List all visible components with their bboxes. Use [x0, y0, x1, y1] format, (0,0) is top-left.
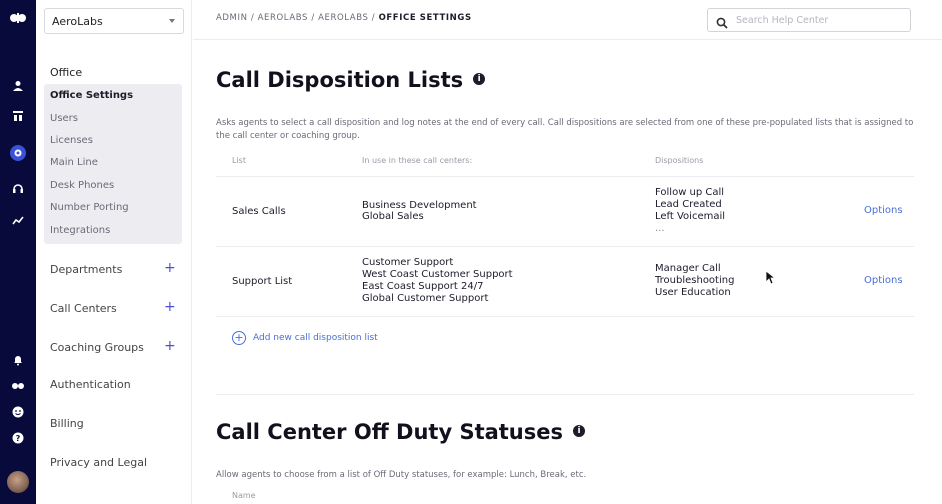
admin-icon[interactable]: [0, 108, 36, 124]
disposition-name: Lead Created: [655, 199, 722, 210]
column-header-dispositions: Dispositions: [655, 156, 704, 165]
sidebar-item-coaching-groups[interactable]: Coaching Groups: [50, 341, 144, 354]
divider: [216, 316, 914, 317]
sidebar-item-main-line[interactable]: Main Line: [50, 157, 98, 168]
add-coaching-group-button[interactable]: +: [164, 338, 176, 354]
section-divider: [216, 394, 914, 395]
call-center-name: Business Development: [362, 200, 477, 211]
disposition-more: ...: [655, 223, 665, 234]
options-link[interactable]: Options: [864, 205, 903, 216]
disposition-name: Troubleshooting: [655, 275, 735, 286]
breadcrumb-path[interactable]: ADMIN / AEROLABS / AEROLABS /: [216, 13, 379, 23]
settings-icon[interactable]: [0, 144, 36, 162]
office-section-title[interactable]: Office: [50, 66, 82, 79]
breadcrumb-current: OFFICE SETTINGS: [378, 13, 472, 23]
office-submenu: Office Settings Users Licenses Main Line…: [44, 84, 182, 244]
disposition-name: Manager Call: [655, 263, 721, 274]
sidebar-item-privacy-legal[interactable]: Privacy and Legal: [50, 456, 147, 469]
help-icon[interactable]: ?: [0, 430, 36, 446]
list-name: Sales Calls: [232, 206, 286, 217]
section-heading: Call Center Off Duty Statuses i: [216, 420, 586, 444]
analytics-icon[interactable]: [0, 212, 36, 228]
smiley-icon[interactable]: [0, 404, 36, 420]
sidebar-item-departments[interactable]: Departments: [50, 263, 122, 276]
section-title: Call Center Off Duty Statuses: [216, 420, 564, 444]
headset-icon[interactable]: [0, 180, 36, 196]
search-input[interactable]: Search Help Center: [707, 8, 911, 32]
sidebar-item-desk-phones[interactable]: Desk Phones: [50, 180, 114, 191]
breadcrumb: ADMIN / AEROLABS / AEROLABS / OFFICE SET…: [216, 13, 472, 23]
list-name: Support List: [232, 276, 293, 287]
add-call-center-button[interactable]: +: [164, 299, 176, 315]
avatar[interactable]: [7, 471, 29, 493]
info-icon[interactable]: i: [473, 73, 486, 85]
sidebar-item-licenses[interactable]: Licenses: [50, 135, 93, 146]
add-disposition-list-button[interactable]: + Add new call disposition list: [232, 331, 378, 345]
column-header-call-centers: In use in these call centers:: [362, 156, 473, 165]
top-bar: ADMIN / AEROLABS / AEROLABS / OFFICE SET…: [193, 0, 942, 40]
org-selector[interactable]: AeroLabs: [44, 8, 184, 34]
options-link[interactable]: Options: [864, 275, 903, 286]
section-description: Allow agents to choose from a list of Of…: [216, 470, 587, 480]
call-center-name: East Coast Support 24/7: [362, 281, 484, 292]
disposition-name: Left Voicemail: [655, 211, 726, 222]
dialpad-icon[interactable]: [0, 378, 36, 394]
page-title: Call Disposition Lists i: [216, 68, 486, 92]
info-icon[interactable]: i: [573, 425, 586, 437]
sidebar-item-number-porting[interactable]: Number Porting: [50, 202, 129, 213]
section-description: Asks agents to select a call disposition…: [216, 118, 914, 141]
logo-icon[interactable]: [0, 8, 36, 28]
divider: [216, 246, 914, 247]
mouse-cursor-icon: [765, 270, 777, 289]
call-center-name: West Coast Customer Support: [362, 269, 513, 280]
call-center-name: Global Customer Support: [362, 293, 489, 304]
add-disposition-list-label: Add new call disposition list: [253, 333, 378, 343]
sidebar-item-authentication[interactable]: Authentication: [50, 378, 131, 391]
divider: [216, 176, 914, 177]
app-rail: ?: [0, 0, 36, 504]
column-header-list: List: [232, 156, 246, 165]
add-circle-icon: +: [232, 331, 246, 345]
sidebar-item-users[interactable]: Users: [50, 113, 78, 124]
notification-icon[interactable]: [0, 352, 36, 368]
search-placeholder: Search Help Center: [736, 15, 829, 26]
sidebar-item-office-settings[interactable]: Office Settings: [50, 90, 133, 101]
sidebar-item-call-centers[interactable]: Call Centers: [50, 302, 117, 315]
sidebar: AeroLabs Office Office Settings Users Li…: [36, 0, 192, 504]
column-header-name: Name: [232, 491, 256, 500]
call-center-name: Global Sales: [362, 211, 424, 222]
org-selector-value: AeroLabs: [52, 15, 103, 28]
section-title: Call Disposition Lists: [216, 68, 464, 92]
chevron-down-icon: [169, 19, 175, 23]
add-department-button[interactable]: +: [164, 260, 176, 276]
search-icon: [716, 14, 728, 33]
sidebar-item-integrations[interactable]: Integrations: [50, 225, 110, 236]
disposition-name: User Education: [655, 287, 731, 298]
disposition-name: Follow up Call: [655, 187, 725, 198]
svg-text:?: ?: [16, 434, 21, 443]
user-icon[interactable]: [0, 78, 36, 94]
sidebar-item-billing[interactable]: Billing: [50, 417, 84, 430]
call-center-name: Customer Support: [362, 257, 454, 268]
